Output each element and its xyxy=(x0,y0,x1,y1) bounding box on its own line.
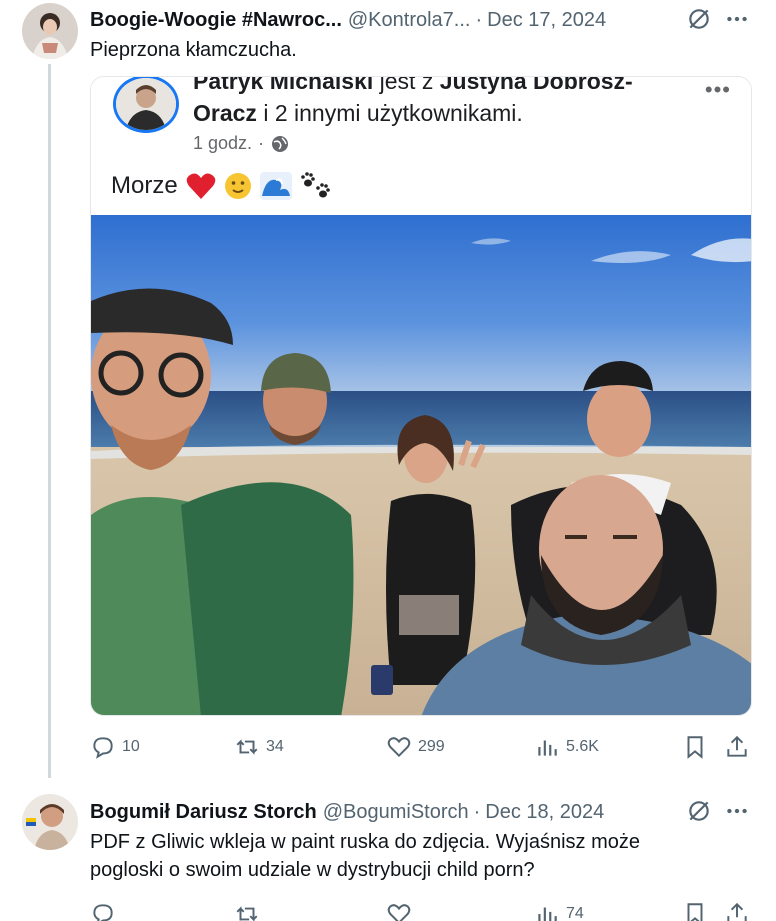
fb-author: Patryk Michalski xyxy=(193,76,374,94)
fb-post-title: Patryk Michalski jest z Justyna Dobrosz-… xyxy=(193,76,633,129)
repost-count: 34 xyxy=(266,738,284,755)
tweet-header: Bogumił Dariusz Storch @BogumiStorch · D… xyxy=(90,801,604,824)
author-avatar[interactable] xyxy=(22,3,78,59)
views-button[interactable]: 5.6K xyxy=(534,734,599,760)
timestamp[interactable]: Dec 18, 2024 xyxy=(485,801,604,824)
bookmark-button[interactable] xyxy=(682,901,708,921)
share-button[interactable] xyxy=(724,734,750,760)
heart-outline-icon xyxy=(387,904,411,921)
grok-icon[interactable] xyxy=(686,6,712,32)
tweet-header: Boogie-Woogie #Nawroc... @Kontrola7... ·… xyxy=(90,9,606,32)
smiling-face-icon xyxy=(224,173,251,199)
display-name[interactable]: Boogie-Woogie #Nawroc... xyxy=(90,9,342,32)
share-icon xyxy=(727,902,747,921)
handle[interactable]: @Kontrola7... xyxy=(348,9,471,32)
like-button[interactable]: 299 xyxy=(386,734,445,760)
fb-meta-separator: · xyxy=(258,133,265,153)
like-count: 299 xyxy=(418,738,445,755)
grok-icon[interactable] xyxy=(686,798,712,824)
heart-outline-icon xyxy=(387,737,411,758)
handle[interactable]: @BogumiStorch xyxy=(323,801,469,824)
author-avatar[interactable] xyxy=(22,794,78,850)
views-icon xyxy=(538,740,557,756)
thread-line xyxy=(48,64,51,778)
fb-more-icon: ••• xyxy=(704,77,731,102)
repost-icon xyxy=(236,739,258,755)
embedded-image[interactable]: Patryk Michalski jest z Justyna Dobrosz-… xyxy=(90,76,752,716)
timestamp[interactable]: Dec 17, 2024 xyxy=(487,9,606,32)
views-button[interactable]: 74 xyxy=(534,901,584,921)
heart-icon xyxy=(186,173,215,199)
paw-prints-icon xyxy=(300,172,330,198)
fb-post-text: Morze xyxy=(111,171,332,201)
fb-tagged-name-cont: Oracz xyxy=(193,100,257,126)
reply-button[interactable] xyxy=(90,901,122,921)
like-button[interactable] xyxy=(386,901,418,921)
tweet-text: PDF z Gliwic wkleja w paint ruska do zdj… xyxy=(90,828,640,884)
bookmark-button[interactable] xyxy=(682,734,708,760)
display-name[interactable]: Bogumił Dariusz Storch xyxy=(90,801,317,824)
fb-title-rest: i 2 innymi użytkownikami. xyxy=(256,100,523,126)
tweet-actions: 74 xyxy=(90,901,756,921)
reply-count: 10 xyxy=(122,738,140,755)
fb-post-caption: Morze xyxy=(111,172,178,199)
tweet-2[interactable]: Bogumił Dariusz Storch @BogumiStorch · D… xyxy=(0,780,776,921)
share-icon xyxy=(727,735,747,757)
tweet-text-line-2: pogloski o swoim udziale w dystrybucji c… xyxy=(90,859,535,881)
fb-post-meta: 1 godz. · xyxy=(193,133,290,154)
wave-icon xyxy=(259,172,292,200)
reply-button[interactable]: 10 xyxy=(90,734,140,760)
view-count: 5.6K xyxy=(566,738,599,755)
bookmark-icon xyxy=(687,903,703,921)
reply-icon xyxy=(93,904,113,921)
fb-title-mid: jest z xyxy=(373,76,440,94)
fb-post-time: 1 godz. xyxy=(193,133,253,153)
bookmark-icon xyxy=(687,736,703,759)
repost-button[interactable]: 34 xyxy=(234,734,284,760)
fb-avatar xyxy=(113,77,179,133)
share-button[interactable] xyxy=(724,901,750,921)
globe-icon xyxy=(272,135,289,152)
repost-icon xyxy=(236,906,258,921)
separator: · xyxy=(473,801,481,823)
fb-tagged-name: Justyna Dobrosz- xyxy=(439,76,633,94)
tweet-text-line-1: PDF z Gliwic wkleja w paint ruska do zdj… xyxy=(90,831,640,853)
fb-post-header: Patryk Michalski jest z Justyna Dobrosz-… xyxy=(91,76,751,217)
tweet-text: Pieprzona kłamczucha. xyxy=(90,39,297,61)
tweet-1[interactable]: Boogie-Woogie #Nawroc... @Kontrola7... ·… xyxy=(0,0,776,780)
repost-button[interactable] xyxy=(234,901,266,921)
tweet-actions: 10 34 299 5.6K xyxy=(90,734,756,764)
view-count: 74 xyxy=(566,905,584,921)
views-icon xyxy=(538,907,557,921)
beach-group-photo xyxy=(91,215,751,715)
reply-icon xyxy=(93,737,113,759)
more-icon[interactable] xyxy=(724,798,750,824)
more-icon[interactable] xyxy=(724,6,750,32)
separator: · xyxy=(475,9,483,31)
